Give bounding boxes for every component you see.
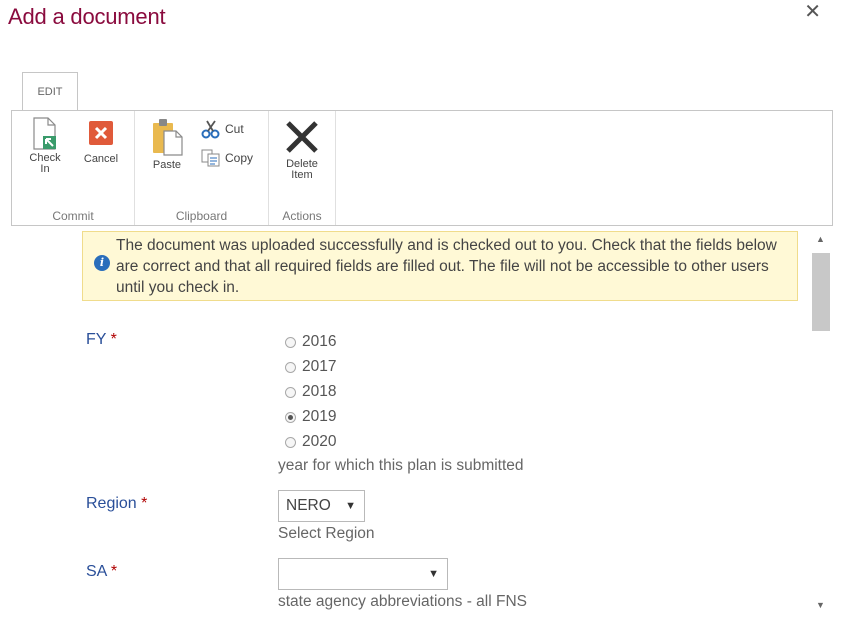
ribbon: Check In Cancel Commit Paste Cut Copy Cl… [11, 110, 833, 226]
scissors-icon [201, 120, 220, 139]
cut-label: Cut [225, 122, 244, 136]
vertical-scrollbar[interactable]: ▲ ▼ [810, 228, 832, 612]
group-label-clipboard: Clipboard [175, 209, 228, 223]
fy-option-2017[interactable]: 2017 [285, 358, 336, 376]
fy-label: FY * [86, 331, 117, 349]
region-select[interactable]: NERO ▼ [278, 490, 365, 522]
region-label: Region * [86, 495, 147, 513]
check-in-button[interactable]: Check In [24, 117, 66, 175]
delete-item-button[interactable]: Delete Item [279, 117, 325, 181]
required-mark: * [110, 331, 117, 348]
paste-icon [153, 119, 183, 156]
cancel-icon [89, 121, 113, 145]
required-mark: * [110, 563, 118, 580]
fy-option-label: 2019 [302, 408, 337, 425]
paste-label: Paste [152, 159, 182, 171]
fy-option-2019[interactable]: 2019 [285, 408, 336, 426]
fy-option-2018[interactable]: 2018 [285, 383, 336, 401]
radio-button[interactable] [285, 436, 296, 448]
delete-x-icon [286, 121, 318, 153]
copy-label: Copy [225, 151, 254, 165]
sa-label-text: SA [86, 563, 107, 580]
scroll-down-arrow-icon[interactable]: ▼ [816, 600, 825, 610]
cancel-button[interactable]: Cancel [78, 117, 124, 165]
fy-option-2016[interactable]: 2016 [285, 333, 336, 351]
close-icon[interactable]: ✕ [804, 0, 821, 24]
radio-button[interactable] [285, 336, 296, 348]
fy-option-label: 2016 [302, 333, 337, 350]
region-hint: Select Region [278, 525, 375, 542]
delete-label-2: Item [291, 169, 313, 181]
copy-button[interactable]: Copy [201, 149, 253, 167]
paste-button[interactable]: Paste [147, 117, 187, 171]
check-in-label-2: In [40, 163, 50, 175]
group-label-commit: Commit [52, 209, 94, 223]
radio-button[interactable] [285, 361, 296, 373]
fy-option-label: 2017 [302, 358, 337, 375]
fy-option-label: 2020 [302, 433, 337, 450]
info-icon: i [94, 255, 110, 271]
ribbon-group-clipboard: Paste Cut Copy Clipboard [135, 111, 269, 225]
scrollbar-thumb[interactable] [812, 253, 830, 331]
cancel-label: Cancel [83, 153, 119, 165]
scroll-up-arrow-icon[interactable]: ▲ [816, 234, 825, 244]
dropdown-arrow-icon: ▼ [428, 568, 439, 580]
fy-option-2020[interactable]: 2020 [285, 433, 336, 451]
ribbon-group-actions: Delete Item Actions [269, 111, 336, 225]
check-in-icon [33, 117, 56, 150]
dropdown-arrow-icon: ▼ [345, 500, 356, 512]
notice-text: The document was uploaded successfully a… [116, 237, 777, 296]
cut-button[interactable]: Cut [201, 119, 244, 139]
sa-label: SA * [86, 563, 117, 581]
dialog-title: Add a document [8, 4, 166, 29]
tab-edit[interactable]: EDIT [22, 72, 78, 110]
fy-option-label: 2018 [302, 383, 337, 400]
sa-hint: state agency abbreviations - all FNS [278, 593, 527, 610]
copy-icon [201, 149, 220, 167]
region-select-value: NERO [286, 497, 331, 514]
region-label-text: Region [86, 495, 137, 512]
ribbon-group-commit: Check In Cancel Commit [12, 111, 135, 225]
group-label-actions: Actions [282, 209, 322, 223]
required-mark: * [141, 495, 148, 512]
sa-select[interactable]: ▼ [278, 558, 448, 590]
upload-notice: i The document was uploaded successfully… [82, 231, 798, 301]
radio-button[interactable] [285, 386, 296, 398]
fy-label-text: FY [86, 331, 107, 348]
fy-hint: year for which this plan is submitted [278, 457, 524, 474]
radio-button-selected[interactable] [285, 411, 296, 423]
